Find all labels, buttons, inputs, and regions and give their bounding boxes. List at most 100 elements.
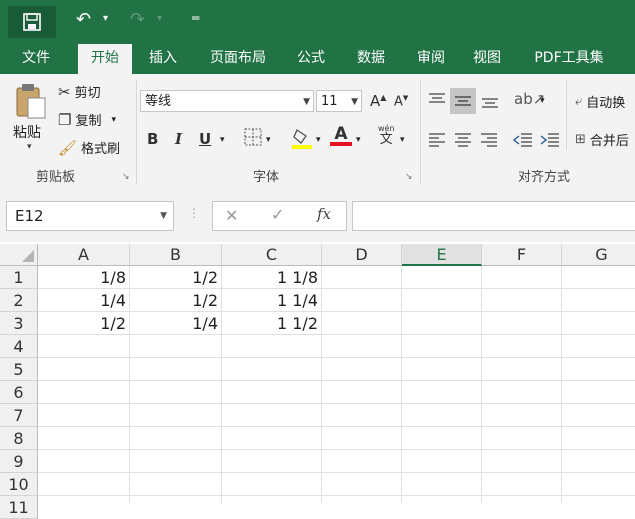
insert-function-icon[interactable]: fx bbox=[317, 205, 331, 223]
tab-data[interactable]: 数据 bbox=[346, 44, 396, 74]
copy-button[interactable]: ❐ 复制 ▾ bbox=[58, 110, 116, 130]
tab-review[interactable]: 审阅 bbox=[406, 44, 456, 74]
tab-file[interactable]: 文件 bbox=[8, 44, 64, 74]
font-name-combo[interactable]: 等线 ▼ bbox=[140, 90, 314, 112]
group-divider bbox=[136, 80, 137, 184]
bold-button[interactable]: B bbox=[147, 130, 158, 148]
customize-icon[interactable]: ═ bbox=[192, 11, 199, 25]
fill-color-dropdown-icon[interactable]: ▾ bbox=[316, 135, 321, 145]
orientation-dropdown-icon[interactable]: ▾ bbox=[540, 96, 545, 106]
align-bottom-icon[interactable] bbox=[481, 94, 499, 114]
align-top-icon[interactable] bbox=[428, 92, 446, 112]
borders-icon[interactable] bbox=[244, 128, 262, 150]
column-header-a[interactable]: A bbox=[38, 244, 130, 266]
fill-color-icon[interactable] bbox=[292, 126, 314, 154]
font-color-icon[interactable]: A bbox=[330, 124, 352, 146]
font-size-value: 11 bbox=[321, 94, 338, 109]
increase-indent-icon[interactable] bbox=[540, 132, 560, 152]
name-box-value: E12 bbox=[15, 207, 44, 225]
column-header-c[interactable]: C bbox=[222, 244, 322, 266]
align-left-icon[interactable] bbox=[428, 132, 446, 152]
format-painter-button[interactable]: 🖌 格式刷 bbox=[58, 138, 121, 158]
undo-dropdown-icon[interactable]: ▾ bbox=[103, 13, 108, 24]
redo-icon[interactable]: ↷ bbox=[130, 9, 145, 30]
wrap-text-icon: ⤶ bbox=[575, 94, 583, 109]
merge-center-button[interactable]: ⊞ 合并后 bbox=[575, 130, 629, 149]
align-right-icon[interactable] bbox=[480, 132, 498, 152]
tab-insert[interactable]: 插入 bbox=[138, 44, 188, 74]
row-header[interactable]: 3 bbox=[0, 312, 38, 335]
column-header-g[interactable]: G bbox=[562, 244, 635, 266]
cancel-icon[interactable]: ✕ bbox=[225, 206, 238, 225]
row-header[interactable]: 10 bbox=[0, 473, 38, 496]
cell-a1[interactable]: 1/8 bbox=[38, 266, 130, 289]
align-center-icon[interactable] bbox=[454, 132, 472, 152]
cell-b2[interactable]: 1/2 bbox=[130, 289, 222, 312]
shrink-font-icon[interactable]: A▼ bbox=[394, 94, 408, 109]
column-header-b[interactable]: B bbox=[130, 244, 222, 266]
row-header[interactable]: 5 bbox=[0, 358, 38, 381]
resize-handle-icon[interactable]: ⋮ bbox=[188, 206, 200, 220]
copy-icon: ❐ bbox=[58, 110, 72, 129]
cell-b3[interactable]: 1/4 bbox=[130, 312, 222, 335]
italic-button[interactable]: I bbox=[175, 130, 182, 148]
paste-dropdown-icon[interactable]: ▾ bbox=[27, 142, 32, 152]
tab-pdf-tools[interactable]: PDF工具集 bbox=[524, 44, 614, 74]
tab-formulas[interactable]: 公式 bbox=[288, 44, 334, 74]
font-launcher-icon[interactable]: ↘ bbox=[405, 172, 413, 182]
row-header[interactable]: 4 bbox=[0, 335, 38, 358]
redo-dropdown-icon[interactable]: ▾ bbox=[157, 13, 162, 24]
row-header[interactable]: 2 bbox=[0, 289, 38, 312]
copy-dropdown-icon[interactable]: ▾ bbox=[111, 115, 116, 125]
decrease-indent-icon[interactable] bbox=[512, 132, 533, 152]
cell-c3[interactable]: 1 1/2 bbox=[222, 312, 322, 335]
ribbon: 粘贴 ▾ ✂ 剪切 ❐ 复制 ▾ 🖌 格式刷 剪贴板 ↘ 等线 ▼ 11 ▼ A… bbox=[0, 74, 635, 189]
merge-center-label: 合并后 bbox=[589, 134, 629, 149]
chevron-down-icon[interactable]: ▼ bbox=[160, 202, 167, 230]
scissors-icon: ✂ bbox=[58, 82, 71, 101]
cell-c1[interactable]: 1 1/8 bbox=[222, 266, 322, 289]
row-header[interactable]: 6 bbox=[0, 381, 38, 404]
save-button[interactable] bbox=[8, 6, 56, 38]
select-all-corner[interactable] bbox=[0, 244, 38, 266]
column-header-f[interactable]: F bbox=[482, 244, 562, 266]
phonetic-dropdown-icon[interactable]: ▾ bbox=[400, 135, 405, 145]
row-header[interactable]: 8 bbox=[0, 427, 38, 450]
underline-dropdown-icon[interactable]: ▾ bbox=[220, 135, 225, 145]
paintbrush-icon: 🖌 bbox=[58, 138, 78, 157]
tab-view[interactable]: 视图 bbox=[464, 44, 510, 74]
cell-a3[interactable]: 1/2 bbox=[38, 312, 130, 335]
chevron-down-icon: ▼ bbox=[303, 97, 310, 107]
column-header-d[interactable]: D bbox=[322, 244, 402, 266]
clipboard-launcher-icon[interactable]: ↘ bbox=[122, 172, 130, 182]
font-size-combo[interactable]: 11 ▼ bbox=[316, 90, 362, 112]
cut-button[interactable]: ✂ 剪切 bbox=[58, 82, 101, 102]
wrap-text-button[interactable]: ⤶ 自动换 bbox=[575, 92, 625, 111]
font-group-label: 字体 bbox=[253, 170, 280, 185]
row-header[interactable]: 1 bbox=[0, 266, 38, 289]
underline-button[interactable]: U bbox=[199, 130, 211, 148]
enter-icon[interactable]: ✓ bbox=[271, 205, 284, 224]
borders-dropdown-icon[interactable]: ▾ bbox=[266, 135, 271, 145]
formula-input[interactable] bbox=[352, 201, 635, 231]
column-header-e[interactable]: E bbox=[402, 244, 482, 266]
phonetic-icon[interactable]: wén 文 bbox=[378, 124, 395, 147]
tab-home[interactable]: 开始 bbox=[78, 44, 132, 74]
row-header[interactable]: 7 bbox=[0, 404, 38, 427]
cell-b1[interactable]: 1/2 bbox=[130, 266, 222, 289]
align-middle-icon[interactable] bbox=[450, 88, 476, 114]
tab-page-layout[interactable]: 页面布局 bbox=[200, 44, 276, 74]
paste-button[interactable]: 粘贴 bbox=[13, 122, 41, 142]
row-header[interactable]: 11 bbox=[0, 496, 38, 519]
format-painter-label: 格式刷 bbox=[81, 142, 121, 157]
font-color-dropdown-icon[interactable]: ▾ bbox=[356, 135, 361, 145]
cut-label: 剪切 bbox=[74, 86, 101, 101]
copy-label: 复制 bbox=[75, 114, 102, 129]
undo-icon[interactable]: ↶ bbox=[76, 9, 91, 30]
cell-c2[interactable]: 1 1/4 bbox=[222, 289, 322, 312]
row-header[interactable]: 9 bbox=[0, 450, 38, 473]
cell-a2[interactable]: 1/4 bbox=[38, 289, 130, 312]
grow-font-icon[interactable]: A▲ bbox=[370, 92, 386, 110]
name-box[interactable]: E12 ▼ bbox=[6, 201, 174, 231]
paste-icon[interactable] bbox=[14, 82, 48, 119]
